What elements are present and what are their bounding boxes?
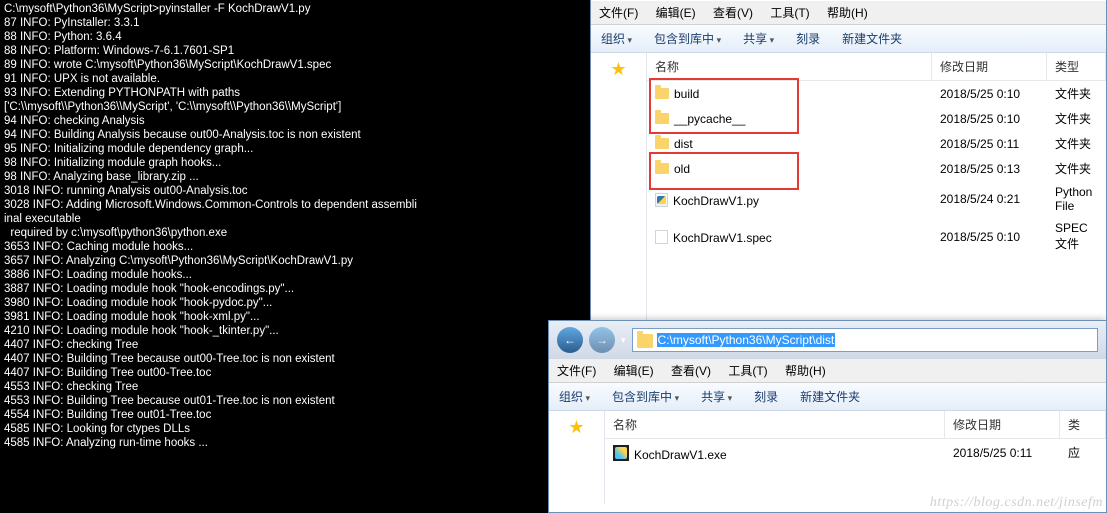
column-date[interactable]: 修改日期 xyxy=(932,53,1047,80)
file-type: 文件夹 xyxy=(1047,158,1106,179)
file-date: 2018/5/24 0:21 xyxy=(932,190,1047,208)
file-name: KochDrawV1.spec xyxy=(647,226,932,247)
file-name: build xyxy=(647,85,932,103)
folder-icon xyxy=(655,88,669,99)
menu-view[interactable]: 查看(V) xyxy=(713,6,753,20)
python-file-icon xyxy=(655,193,668,207)
file-type: 文件夹 xyxy=(1047,108,1106,129)
exe-file-icon xyxy=(613,445,629,461)
file-row[interactable]: old2018/5/25 0:13文件夹 xyxy=(647,156,1106,181)
file-date: 2018/5/25 0:13 xyxy=(932,160,1047,178)
file-type: Python File xyxy=(1047,183,1106,215)
folder-icon xyxy=(637,334,653,348)
file-type: 应 xyxy=(1060,442,1106,463)
file-name: old xyxy=(647,160,932,178)
file-name: __pycache__ xyxy=(647,110,932,128)
file-type: 文件夹 xyxy=(1047,133,1106,154)
recent-pages-dropdown[interactable]: ▾ xyxy=(621,335,626,346)
menu-edit[interactable]: 编辑(E) xyxy=(614,364,654,378)
favorites-pane[interactable]: ★ xyxy=(591,53,647,337)
terminal-output: C:\mysoft\Python36\MyScript>pyinstaller … xyxy=(4,3,417,449)
menu-bar: 文件(F) 编辑(E) 查看(V) 工具(T) 帮助(H) xyxy=(549,359,1106,383)
address-bar[interactable]: C:\mysoft\Python36\MyScript\dist xyxy=(632,328,1098,352)
menu-tools[interactable]: 工具(T) xyxy=(770,6,809,20)
file-name: KochDrawV1.py xyxy=(647,189,932,210)
folder-icon xyxy=(655,138,669,149)
folder-icon xyxy=(655,113,669,124)
file-list-area[interactable]: 名称 修改日期 类 KochDrawV1.exe2018/5/25 0:11应 xyxy=(605,411,1106,504)
favorites-pane[interactable]: ★ xyxy=(549,411,605,504)
file-row[interactable]: KochDrawV1.spec2018/5/25 0:10SPEC 文件 xyxy=(647,217,1106,256)
file-list-area[interactable]: 名称 修改日期 类型 build2018/5/25 0:10文件夹__pycac… xyxy=(647,53,1106,337)
command-prompt[interactable]: C:\mysoft\Python36\MyScript>pyinstaller … xyxy=(0,0,590,513)
file-type: SPEC 文件 xyxy=(1047,219,1106,254)
file-name: dist xyxy=(647,135,932,153)
column-date[interactable]: 修改日期 xyxy=(945,411,1060,438)
new-folder-button[interactable]: 新建文件夹 xyxy=(800,388,860,405)
column-type[interactable]: 类 xyxy=(1060,411,1106,438)
include-in-library-button[interactable]: 包含到库中 xyxy=(654,30,721,47)
folder-icon xyxy=(655,163,669,174)
file-row[interactable]: KochDrawV1.py2018/5/24 0:21Python File xyxy=(647,181,1106,217)
forward-button[interactable]: → xyxy=(589,327,615,353)
file-date: 2018/5/25 0:11 xyxy=(945,444,1060,462)
menu-help[interactable]: 帮助(H) xyxy=(827,6,868,20)
include-in-library-button[interactable]: 包含到库中 xyxy=(612,388,679,405)
favorites-star-icon: ★ xyxy=(595,59,642,80)
menu-tools[interactable]: 工具(T) xyxy=(728,364,767,378)
file-name: KochDrawV1.exe xyxy=(605,441,945,464)
spec-file-icon xyxy=(655,230,668,244)
toolbar: 组织 包含到库中 共享 刻录 新建文件夹 xyxy=(591,25,1106,53)
file-date: 2018/5/25 0:10 xyxy=(932,228,1047,246)
file-row[interactable]: __pycache__2018/5/25 0:10文件夹 xyxy=(647,106,1106,131)
share-button[interactable]: 共享 xyxy=(701,388,732,405)
file-type: 文件夹 xyxy=(1047,83,1106,104)
explorer-window-myscript[interactable]: 文件(F) 编辑(E) 查看(V) 工具(T) 帮助(H) 组织 包含到库中 共… xyxy=(590,0,1107,322)
menu-file[interactable]: 文件(F) xyxy=(557,364,596,378)
column-name[interactable]: 名称 xyxy=(605,411,945,438)
burn-button[interactable]: 刻录 xyxy=(754,388,778,405)
file-date: 2018/5/25 0:11 xyxy=(932,135,1047,153)
favorites-star-icon: ★ xyxy=(553,417,600,438)
address-bar-area: ← → ▾ C:\mysoft\Python36\MyScript\dist xyxy=(549,321,1106,359)
organize-button[interactable]: 组织 xyxy=(559,388,590,405)
menu-help[interactable]: 帮助(H) xyxy=(785,364,826,378)
column-name[interactable]: 名称 xyxy=(647,53,932,80)
file-row[interactable]: build2018/5/25 0:10文件夹 xyxy=(647,81,1106,106)
menu-view[interactable]: 查看(V) xyxy=(671,364,711,378)
burn-button[interactable]: 刻录 xyxy=(796,30,820,47)
share-button[interactable]: 共享 xyxy=(743,30,774,47)
column-headers: 名称 修改日期 类 xyxy=(605,411,1106,439)
file-date: 2018/5/25 0:10 xyxy=(932,85,1047,103)
menu-edit[interactable]: 编辑(E) xyxy=(656,6,696,20)
organize-button[interactable]: 组织 xyxy=(601,30,632,47)
menu-bar: 文件(F) 编辑(E) 查看(V) 工具(T) 帮助(H) xyxy=(591,1,1106,25)
address-path: C:\mysoft\Python36\MyScript\dist xyxy=(657,333,836,347)
file-date: 2018/5/25 0:10 xyxy=(932,110,1047,128)
back-button[interactable]: ← xyxy=(557,327,583,353)
file-row[interactable]: dist2018/5/25 0:11文件夹 xyxy=(647,131,1106,156)
column-type[interactable]: 类型 xyxy=(1047,53,1106,80)
new-folder-button[interactable]: 新建文件夹 xyxy=(842,30,902,47)
file-row[interactable]: KochDrawV1.exe2018/5/25 0:11应 xyxy=(605,439,1106,466)
explorer-window-dist[interactable]: ← → ▾ C:\mysoft\Python36\MyScript\dist 文… xyxy=(548,320,1107,513)
toolbar: 组织 包含到库中 共享 刻录 新建文件夹 xyxy=(549,383,1106,411)
menu-file[interactable]: 文件(F) xyxy=(599,6,638,20)
column-headers: 名称 修改日期 类型 xyxy=(647,53,1106,81)
